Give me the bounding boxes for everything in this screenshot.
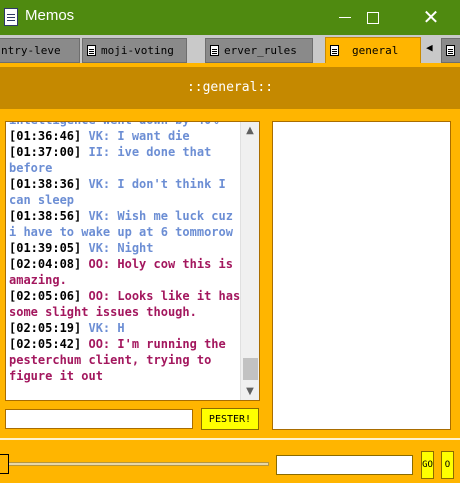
chat-timestamp: [02:05:19] xyxy=(9,321,82,335)
title-bar: Memos ✕ xyxy=(0,0,460,35)
o-button[interactable]: O xyxy=(441,451,454,479)
go-button[interactable]: GO xyxy=(421,451,434,479)
tab-label: ntry-leve xyxy=(1,44,61,57)
chat-timestamp: [01:38:36] xyxy=(9,177,82,191)
memo-app-icon xyxy=(4,8,18,26)
chat-line: [01:38:36] VK: I don't think I can sleep xyxy=(9,176,242,208)
time-slider-handle[interactable] xyxy=(0,454,9,474)
chat-line: [01:37:00] II: ive done that before xyxy=(9,144,242,176)
scroll-up-icon[interactable]: ▲ xyxy=(241,122,259,139)
chat-message: VK: Night xyxy=(81,241,154,255)
close-icon: ✕ xyxy=(422,6,440,29)
document-icon xyxy=(210,45,219,56)
scroll-thumb[interactable] xyxy=(243,358,258,380)
chat-timestamp: [01:39:05] xyxy=(9,241,82,255)
chat-timestamp: [01:36:46] xyxy=(9,129,82,143)
chat-line: [01:39:05] VK: Night xyxy=(9,240,242,256)
tab-label: moji-voting xyxy=(101,44,174,57)
user-list[interactable] xyxy=(272,121,451,430)
memo-header: ::general:: xyxy=(0,67,460,109)
chat-timestamp: [02:04:08] xyxy=(9,257,82,271)
chat-lines: intelligence went down by 40%[01:36:46] … xyxy=(9,122,242,384)
tab-server-rules[interactable]: erver_rules xyxy=(205,38,313,63)
close-button[interactable]: ✕ xyxy=(408,0,454,35)
chat-message: intelligence went down by 40% xyxy=(9,122,219,127)
chat-line: [02:04:08] OO: Holy cow this is amazing. xyxy=(9,256,242,288)
tab-scroll-left-icon[interactable]: ◀ xyxy=(426,41,433,54)
maximize-icon xyxy=(367,11,379,24)
maximize-button[interactable] xyxy=(350,0,396,35)
message-input[interactable] xyxy=(5,409,193,429)
chat-message: VK: H xyxy=(81,321,125,335)
chat-timestamp: [01:38:56] xyxy=(9,209,82,223)
chat-timestamp: [01:37:00] xyxy=(9,145,82,159)
document-icon xyxy=(446,45,455,56)
pester-button[interactable]: PESTER! xyxy=(201,408,259,430)
divider xyxy=(0,438,460,440)
chat-timestamp: [02:05:42] xyxy=(9,337,82,351)
tab-entry-level[interactable]: ntry-leve xyxy=(0,38,80,63)
chat-log[interactable]: intelligence went down by 40%[01:36:46] … xyxy=(5,121,260,401)
tab-general[interactable]: general xyxy=(325,37,421,63)
chat-line: [01:36:46] VK: I want die xyxy=(9,128,242,144)
tab-next[interactable] xyxy=(441,38,460,63)
chat-line: intelligence went down by 40% xyxy=(9,122,242,128)
tab-label: general xyxy=(352,44,399,57)
chat-scrollbar[interactable]: ▲ ▼ xyxy=(240,122,259,400)
memo-tab-bar: ntry-leve moji-voting erver_rules genera… xyxy=(0,35,460,65)
document-icon xyxy=(87,45,96,56)
window-title: Memos xyxy=(25,7,75,24)
time-input[interactable] xyxy=(276,455,413,475)
document-icon xyxy=(330,45,339,56)
tab-scroll-arrows[interactable]: ◀ xyxy=(426,41,433,54)
chat-line: [02:05:06] OO: Looks like it has some sl… xyxy=(9,288,242,320)
chat-line: [01:38:56] VK: Wish me luck cuz i have t… xyxy=(9,208,242,240)
time-slider-track[interactable] xyxy=(5,462,269,466)
chat-line: [02:05:19] VK: H xyxy=(9,320,242,336)
scroll-down-icon[interactable]: ▼ xyxy=(241,383,259,400)
tab-emoji-voting[interactable]: moji-voting xyxy=(82,38,187,63)
tab-label: erver_rules xyxy=(224,44,297,57)
chat-message: VK: I want die xyxy=(81,129,190,143)
chat-line: [02:05:42] OO: I'm running the pesterchu… xyxy=(9,336,242,384)
chat-timestamp: [02:05:06] xyxy=(9,289,82,303)
